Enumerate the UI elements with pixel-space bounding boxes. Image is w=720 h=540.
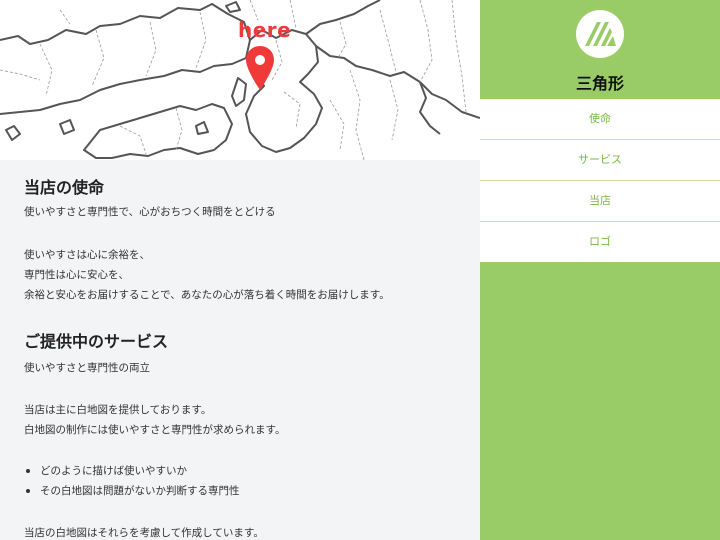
services-line-1: 当店は主に白地図を提供しております。 xyxy=(24,404,212,416)
map-banner: here xyxy=(0,0,480,160)
list-item: その白地図は問題がないか判断する専門性 xyxy=(24,481,240,501)
main-area: here 当店の使命 使いやすさと専門性で、心がおちつく時間をとどける 使いやす… xyxy=(0,0,480,540)
mission-line-3: 余裕と安心をお届けすることで、あなたの心が落ち着く時間をお届けします。 xyxy=(24,289,390,301)
content-area: 当店の使命 使いやすさと専門性で、心がおちつく時間をとどける 使いやすさは心に余… xyxy=(0,160,480,540)
sidebar: 三角形 使命 サービス 当店 ロゴ xyxy=(480,0,720,540)
mission-line-2: 専門性は心に安心を、 xyxy=(24,269,129,281)
site-title: 三角形 xyxy=(575,74,624,93)
triangle-stripes-logo-icon[interactable] xyxy=(576,10,624,58)
nav-item-logo[interactable]: ロゴ xyxy=(480,222,720,262)
mission-heading: 当店の使命 xyxy=(24,178,105,197)
services-closing: 当店の白地図はそれらを考慮して作成しています。 xyxy=(24,527,264,539)
nav-item-mission[interactable]: 使命 xyxy=(480,99,720,140)
mission-line-1: 使いやすさは心に余裕を、 xyxy=(24,249,150,261)
services-lead: 使いやすさと専門性の両立 xyxy=(24,362,150,374)
map-pin-icon[interactable] xyxy=(246,46,274,90)
list-item: どのように描けば使いやすいか xyxy=(24,461,240,481)
sidebar-nav: 使命 サービス 当店 ロゴ xyxy=(480,99,720,262)
services-heading: ご提供中のサービス xyxy=(24,332,169,351)
nav-item-services[interactable]: サービス xyxy=(480,140,720,181)
services-line-2: 白地図の制作には使いやすさと専門性が求められます。 xyxy=(24,424,286,436)
mission-lead: 使いやすさと専門性で、心がおちつく時間をとどける xyxy=(24,206,276,218)
nav-item-shop[interactable]: 当店 xyxy=(480,181,720,222)
here-label: here xyxy=(238,18,292,42)
services-bullet-list: どのように描けば使いやすいか その白地図は問題がないか判断する専門性 xyxy=(24,461,240,501)
